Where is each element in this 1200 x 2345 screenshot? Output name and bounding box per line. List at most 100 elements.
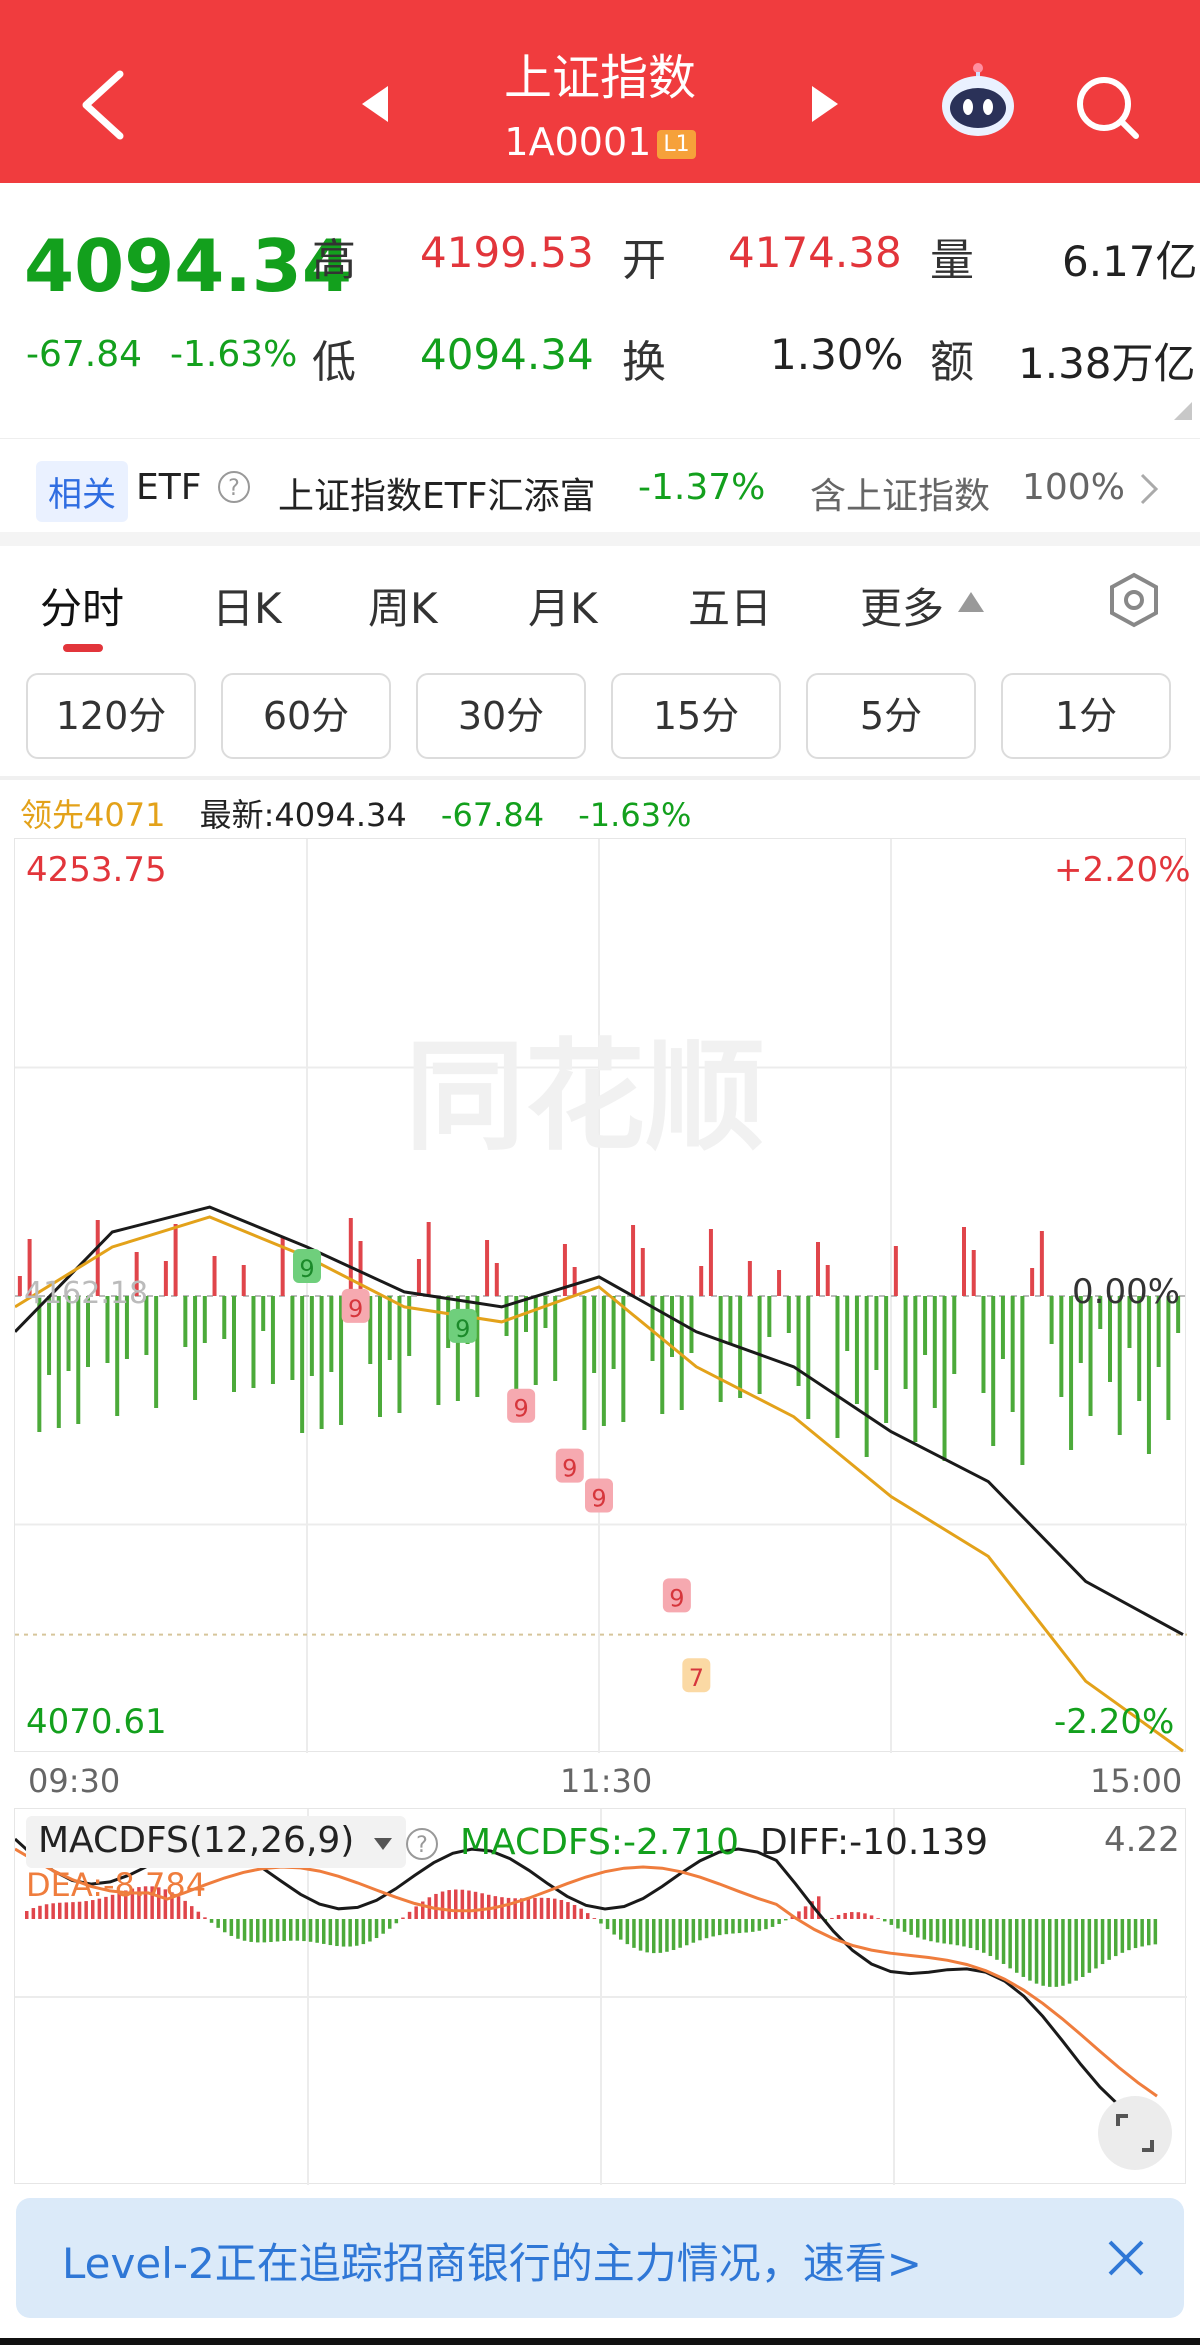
- chevron-right-icon[interactable]: [1138, 471, 1162, 507]
- macd-positive-bar: [500, 1897, 504, 1919]
- legend-leader: 领先4071: [20, 796, 166, 834]
- macd-negative-bar: [322, 1919, 326, 1944]
- macd-negative-bar: [916, 1919, 920, 1938]
- related-tag: 相关: [36, 461, 128, 522]
- macd-negative-bar: [361, 1919, 366, 1945]
- turnover-label: 换: [622, 337, 666, 388]
- macd-negative-bar: [1041, 1919, 1045, 1986]
- outflow-bar: [543, 1296, 548, 1328]
- period-1min[interactable]: 1分: [1001, 673, 1171, 759]
- macd-negative-bar: [1127, 1919, 1131, 1951]
- macd-negative-bar: [1107, 1919, 1111, 1960]
- turnover-value: 1.30%: [770, 330, 904, 379]
- tab-monthly-k[interactable]: 月K: [528, 575, 598, 636]
- tab-weekly-k[interactable]: 周K: [368, 575, 438, 636]
- outflow-bar: [991, 1296, 996, 1446]
- macd-indicator-select[interactable]: MACDFS(12,26,9): [26, 1816, 406, 1868]
- macd-negative-bar: [665, 1919, 669, 1952]
- prev-close-label: 4162.18: [24, 1276, 149, 1311]
- macd-positive-bar: [434, 1893, 438, 1919]
- macd-negative-bar: [1015, 1919, 1019, 1973]
- macd-negative-bar: [289, 1919, 293, 1941]
- inflow-bar: [893, 1246, 898, 1296]
- macd-negative-bar: [1153, 1919, 1158, 1945]
- intraday-chart-svg: 99999997: [15, 839, 1187, 1753]
- tab-intraday[interactable]: 分时: [40, 575, 124, 636]
- macd-negative-bar: [632, 1919, 636, 1948]
- macd-positive-bar: [592, 1918, 597, 1919]
- section-divider: [0, 532, 1200, 546]
- next-stock-icon[interactable]: [810, 84, 840, 124]
- tab-more[interactable]: 更多: [860, 575, 944, 636]
- macd-negative-bar: [1054, 1919, 1059, 1987]
- macd-positive-bar: [546, 1897, 550, 1919]
- outflow-bar: [202, 1296, 207, 1343]
- outflow-bar: [115, 1296, 120, 1416]
- etf-name[interactable]: 上证指数ETF汇添富: [278, 467, 595, 519]
- outflow-bar: [290, 1296, 295, 1380]
- outflow-bar: [475, 1296, 480, 1397]
- expand-corner-icon[interactable]: [1172, 400, 1194, 422]
- outflow-bar: [183, 1296, 188, 1347]
- macd-positive-bar: [460, 1889, 465, 1919]
- close-icon[interactable]: [1106, 2238, 1146, 2278]
- related-etf-row[interactable]: 相关 ETF ? 上证指数ETF汇添富 -1.37% 含上证指数 100%: [0, 438, 1200, 538]
- search-icon[interactable]: [1074, 74, 1144, 144]
- macd-negative-bar: [638, 1919, 643, 1951]
- macd-positive-bar: [25, 1911, 29, 1919]
- period-60min[interactable]: 60分: [221, 673, 391, 759]
- signal-marker-label: 9: [562, 1455, 577, 1483]
- macd-negative-bar: [328, 1919, 333, 1946]
- y-bottom-label: 4070.61: [26, 1702, 167, 1742]
- outflow-bar: [611, 1296, 616, 1369]
- macd-positive-bar: [876, 1918, 880, 1919]
- macd-negative-bar: [711, 1919, 715, 1937]
- macd-negative-bar: [949, 1919, 953, 1945]
- outflow-bar: [864, 1296, 869, 1457]
- settings-hexagon-icon[interactable]: [1106, 572, 1162, 628]
- stock-code-text: 1A0001: [504, 120, 652, 164]
- price-change: -67.84: [26, 334, 143, 375]
- banner-text[interactable]: Level-2正在追踪招商银行的主力情况，速看>: [62, 2230, 922, 2291]
- macd-positive-bar: [190, 1906, 194, 1919]
- macd-negative-bar: [269, 1919, 273, 1943]
- period-5min[interactable]: 5分: [806, 673, 976, 759]
- robot-assistant-icon[interactable]: [938, 60, 1018, 140]
- tab-five-day[interactable]: 五日: [688, 575, 772, 636]
- tab-daily-k[interactable]: 日K: [212, 575, 282, 636]
- macd-negative-bar: [744, 1919, 748, 1933]
- period-15min[interactable]: 15分: [611, 673, 781, 759]
- macd-negative-bar: [929, 1919, 933, 1942]
- header-bar: 上证指数 1A0001 L1: [0, 0, 1200, 183]
- open-value: 4174.38: [728, 228, 902, 277]
- holding-label: 含上证指数: [810, 476, 991, 517]
- help-icon[interactable]: ?: [216, 469, 252, 505]
- outflow-bar: [942, 1296, 947, 1461]
- inflow-bar: [747, 1261, 752, 1296]
- bottom-edge: [0, 2338, 1200, 2345]
- period-30min[interactable]: 30分: [416, 673, 586, 759]
- macd-positive-bar: [440, 1891, 445, 1919]
- macd-help-icon[interactable]: ?: [404, 1826, 440, 1862]
- macd-negative-bar: [737, 1919, 742, 1934]
- macd-negative-bar: [335, 1919, 339, 1947]
- macd-negative-bar: [1021, 1919, 1026, 1977]
- macd-positive-bar: [572, 1904, 577, 1919]
- macd-negative-bar: [1120, 1919, 1125, 1953]
- macd-negative-bar: [308, 1919, 313, 1942]
- intraday-chart[interactable]: 99999997 同花顺: [14, 838, 1187, 1753]
- macd-negative-bar: [236, 1919, 240, 1939]
- outflow-bar: [300, 1296, 305, 1433]
- period-120min[interactable]: 120分: [26, 673, 196, 759]
- fullscreen-icon[interactable]: [1096, 2094, 1174, 2172]
- macd-negative-bar: [315, 1919, 319, 1943]
- amount-label: 额: [930, 337, 974, 388]
- macd-negative-bar: [909, 1919, 913, 1935]
- outflow-bar: [222, 1296, 227, 1339]
- level2-promo-banner[interactable]: Level-2正在追踪招商银行的主力情况，速看>: [16, 2198, 1184, 2318]
- svg-text:?: ?: [416, 1833, 428, 1858]
- pct-top-label: +2.20%: [1054, 850, 1191, 890]
- macd-negative-bar: [1133, 1919, 1138, 1949]
- outflow-bar: [884, 1296, 889, 1423]
- outflow-bar: [1117, 1296, 1122, 1435]
